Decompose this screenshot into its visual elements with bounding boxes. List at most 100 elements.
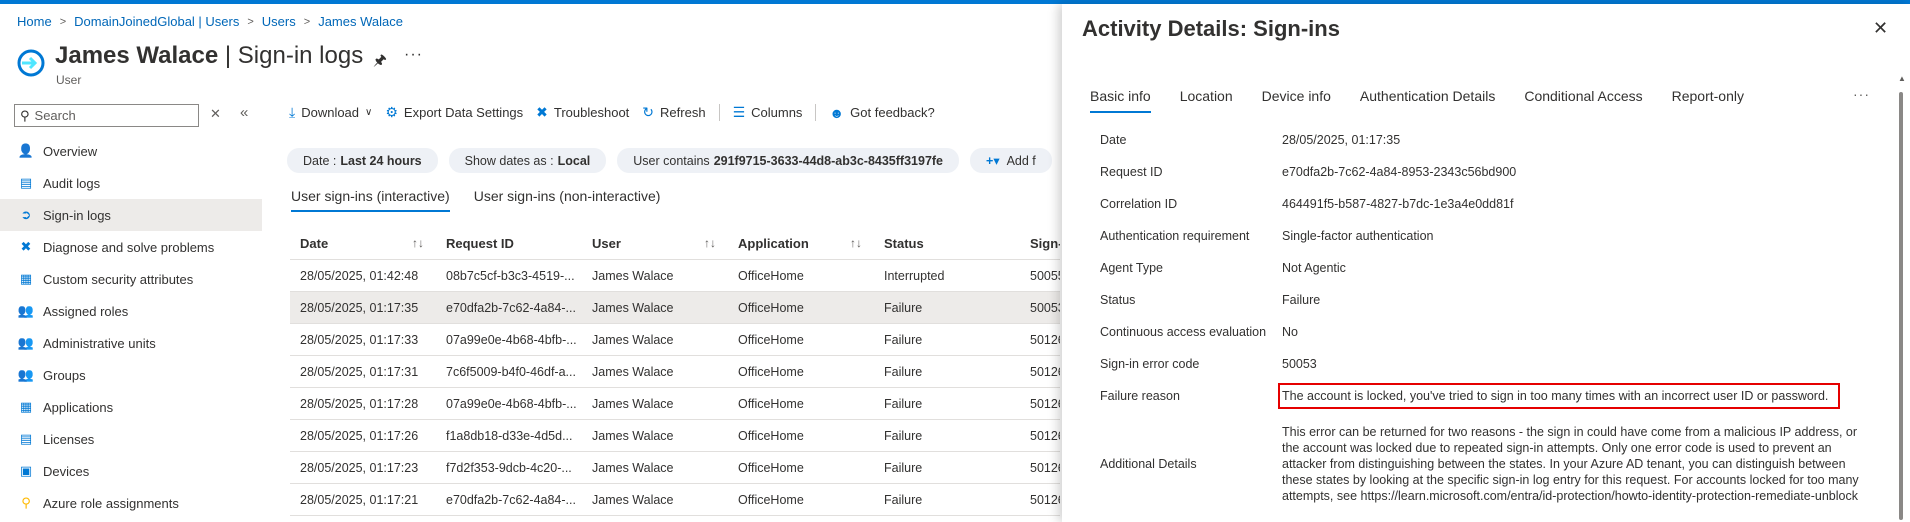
detail-value: Failure (1282, 293, 1321, 307)
page-title: James Walace | Sign-in logs (55, 42, 364, 69)
detail-row-authentication-requirement: Authentication requirement Single-factor… (1100, 220, 1890, 252)
tab-report-only[interactable]: Report-only (1672, 88, 1744, 113)
sign-in-logs-icon (17, 49, 45, 77)
close-icon[interactable]: ✕ (1873, 18, 1888, 39)
detail-value: This error can be returned for two reaso… (1282, 425, 1859, 503)
tab-basic-info[interactable]: Basic info (1090, 88, 1151, 113)
sidebar-item-custom-security-attributes[interactable]: ▦ Custom security attributes (0, 263, 262, 295)
sidebar-item-label: Licenses (43, 431, 95, 447)
tab-interactive[interactable]: User sign-ins (interactive) (291, 188, 450, 212)
cell-error-code: 50053 (1030, 300, 1060, 315)
failure-reason-highlighted: The account is locked, you've tried to s… (1278, 383, 1841, 409)
breadcrumb-domain-users[interactable]: DomainJoinedGlobal | Users (74, 14, 239, 29)
date-filter-pill[interactable]: Date : Last 24 hours (287, 148, 438, 173)
chevron-right-icon: > (59, 15, 67, 28)
sidebar-item-administrative-units[interactable]: 👥 Administrative units (0, 327, 262, 359)
refresh-button[interactable]: ↻ Refresh (642, 104, 705, 121)
tab-conditional-access[interactable]: Conditional Access (1524, 88, 1642, 113)
table-row[interactable]: 28/05/2025, 01:17:28 07a99e0e-4b68-4bfb-… (290, 388, 1060, 420)
collapse-icon[interactable]: « (240, 104, 248, 121)
sidebar-item-audit-logs[interactable]: ▤ Audit logs (0, 167, 262, 199)
cell-user: James Walace (592, 332, 674, 347)
breadcrumb-home[interactable]: Home (17, 14, 52, 29)
cell-error-code: 50126 (1030, 460, 1060, 475)
detail-key: Correlation ID (1100, 197, 1178, 211)
scroll-up-icon[interactable]: ▲ (1898, 74, 1906, 83)
column-header-user[interactable]: User ↑↓ (582, 236, 728, 251)
sidebar-item-label: Assigned roles (43, 303, 129, 319)
sidebar-item-label: Diagnose and solve problems (43, 239, 215, 255)
sort-icon[interactable]: ↑↓ (412, 236, 424, 250)
sidebar-item-devices[interactable]: ▣ Devices (0, 455, 262, 487)
panel-scrollbar[interactable] (1897, 86, 1905, 522)
download-button[interactable]: ⤓ Download ∨ (289, 104, 372, 121)
tab-authentication-details[interactable]: Authentication Details (1360, 88, 1495, 113)
show-dates-filter-pill[interactable]: Show dates as : Local (448, 148, 607, 173)
column-header-request-id[interactable]: Request ID (436, 236, 582, 251)
scrollbar-thumb[interactable] (1899, 92, 1903, 520)
nav-search-input[interactable] (34, 108, 185, 123)
sidebar-item-applications[interactable]: ▦ Applications (0, 391, 262, 423)
troubleshoot-button[interactable]: ✖ Troubleshoot (536, 104, 629, 121)
sidebar-item-sign-in-logs[interactable]: ➲ Sign-in logs (0, 199, 262, 231)
columns-button[interactable]: ☰ Columns (733, 104, 803, 121)
sidebar-item-overview[interactable]: 👤 Overview (0, 135, 262, 167)
cell-status: Failure (884, 300, 923, 315)
cell-error-code: 50126 (1030, 428, 1060, 443)
pin-icon[interactable]: 🖈 (373, 50, 387, 75)
sidebar-item-label: Administrative units (43, 335, 156, 351)
more-tabs-icon[interactable]: ··· (1853, 86, 1870, 102)
column-header-sign-in-error-code[interactable]: Sign- (1020, 236, 1060, 251)
breadcrumb-users[interactable]: Users (262, 14, 296, 29)
sidebar-item-label: Groups (43, 367, 86, 383)
add-filter-icon: +▾ (986, 154, 1000, 168)
sort-icon[interactable]: ↑↓ (850, 236, 862, 250)
column-header-date[interactable]: Date ↑↓ (290, 236, 436, 251)
table-row[interactable]: 28/05/2025, 01:17:33 07a99e0e-4b68-4bfb-… (290, 324, 1060, 356)
wrench-icon: ✖ (20, 239, 32, 254)
cell-application: OfficeHome (738, 492, 804, 507)
cell-request-id: 07a99e0e-4b68-4bfb-... (446, 396, 577, 411)
table-row-selected[interactable]: 28/05/2025, 01:17:35 e70dfa2b-7c62-4a84-… (290, 292, 1060, 324)
detail-key: Authentication requirement (1100, 229, 1250, 243)
attributes-icon: ▦ (19, 271, 33, 286)
tab-non-interactive[interactable]: User sign-ins (non-interactive) (474, 188, 661, 212)
column-header-status[interactable]: Status (874, 236, 1020, 251)
panel-title: Activity Details: Sign-ins (1082, 16, 1340, 41)
table-row[interactable]: 28/05/2025, 01:17:23 f7d2f353-9dcb-4c20-… (290, 452, 1060, 484)
sidebar-item-licenses[interactable]: ▤ Licenses (0, 423, 262, 455)
chevron-right-icon: > (247, 15, 254, 28)
sidebar-item-azure-role-assignments[interactable]: ⚲ Azure role assignments (0, 487, 262, 519)
detail-value: Single-factor authentication (1282, 229, 1434, 243)
page-subtitle: User (56, 73, 82, 87)
tab-device-info[interactable]: Device info (1262, 88, 1331, 113)
sidebar-item-assigned-roles[interactable]: 👥 Assigned roles (0, 295, 262, 327)
sort-icon[interactable]: ↑↓ (704, 236, 716, 250)
breadcrumb-user[interactable]: James Walace (318, 14, 403, 29)
column-header-label: Application (738, 236, 809, 251)
cell-request-id: e70dfa2b-7c62-4a84-... (446, 492, 576, 507)
feedback-button[interactable]: ☻ Got feedback? (829, 105, 934, 121)
column-header-label: Status (884, 236, 924, 251)
detail-key: Failure reason (1100, 389, 1180, 403)
more-options-icon[interactable]: ··· (404, 46, 423, 64)
table-row[interactable]: 28/05/2025, 01:17:21 e70dfa2b-7c62-4a84-… (290, 484, 1060, 516)
sidebar-item-label: Devices (43, 463, 90, 479)
clear-icon[interactable]: ✕ (210, 106, 221, 122)
export-data-settings-button[interactable]: ⚙ Export Data Settings (385, 104, 523, 121)
sidebar-item-label: Overview (43, 143, 98, 159)
add-filter-button[interactable]: +▾ Add f (970, 148, 1052, 173)
table-row[interactable]: 28/05/2025, 01:17:26 f1a8db18-d33e-4d5d.… (290, 420, 1060, 452)
table-row[interactable]: 28/05/2025, 01:17:31 7c6f5009-b4f0-46df-… (290, 356, 1060, 388)
gear-icon: ⚙ (385, 104, 398, 120)
detail-key: Additional Details (1100, 457, 1197, 471)
cell-application: OfficeHome (738, 396, 804, 411)
feedback-icon: ☻ (829, 104, 845, 121)
table-row[interactable]: 28/05/2025, 01:42:48 08b7c5cf-b3c3-4519-… (290, 260, 1060, 292)
column-header-application[interactable]: Application ↑↓ (728, 236, 874, 251)
tab-location[interactable]: Location (1180, 88, 1233, 113)
sidebar-item-diagnose[interactable]: ✖ Diagnose and solve problems (0, 231, 262, 263)
cell-application: OfficeHome (738, 428, 804, 443)
sidebar-item-groups[interactable]: 👥 Groups (0, 359, 262, 391)
user-filter-pill[interactable]: User contains 291f9715-3633-44d8-ab3c-843… (617, 148, 960, 173)
